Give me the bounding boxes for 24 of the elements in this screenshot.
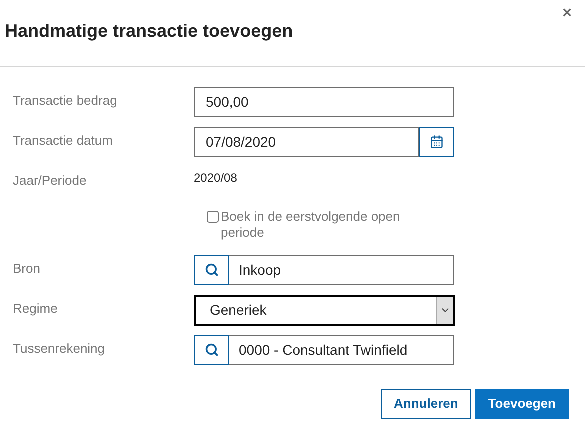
lookup-field[interactable]: 0000 - Consultant Twinfield bbox=[229, 335, 454, 365]
field-label: Jaar/Periode bbox=[12, 172, 88, 190]
lookup-field[interactable]: Inkoop bbox=[229, 255, 454, 285]
field-label: Regime bbox=[12, 300, 59, 318]
regime-dropdown[interactable]: Generiek bbox=[194, 294, 455, 326]
dialog-title: Handmatige transactie toevoegen bbox=[5, 20, 294, 43]
period-value: 2020/08 bbox=[194, 170, 238, 187]
checkbox[interactable] bbox=[207, 211, 219, 223]
date-field[interactable]: 07/08/2020 bbox=[194, 127, 419, 157]
search-icon bbox=[204, 263, 218, 277]
amount-field[interactable]: 500,00 bbox=[194, 87, 454, 117]
add-button[interactable]: Toevoegen bbox=[475, 389, 569, 419]
close-button[interactable]: × bbox=[562, 6, 572, 22]
checkbox-label: Boek in de eerstvolgende open periode bbox=[221, 209, 402, 241]
field-label: Transactie datum bbox=[12, 132, 114, 150]
search-button[interactable] bbox=[194, 255, 229, 285]
cancel-button[interactable]: Annuleren bbox=[381, 389, 472, 419]
field-label: Transactie bedrag bbox=[12, 92, 118, 110]
field-label: Tussenrekening bbox=[12, 340, 106, 358]
search-icon bbox=[204, 343, 218, 357]
calendar-icon bbox=[430, 135, 444, 149]
calendar-button[interactable] bbox=[419, 127, 454, 157]
field-label: Bron bbox=[12, 260, 42, 278]
search-button[interactable] bbox=[194, 335, 229, 365]
